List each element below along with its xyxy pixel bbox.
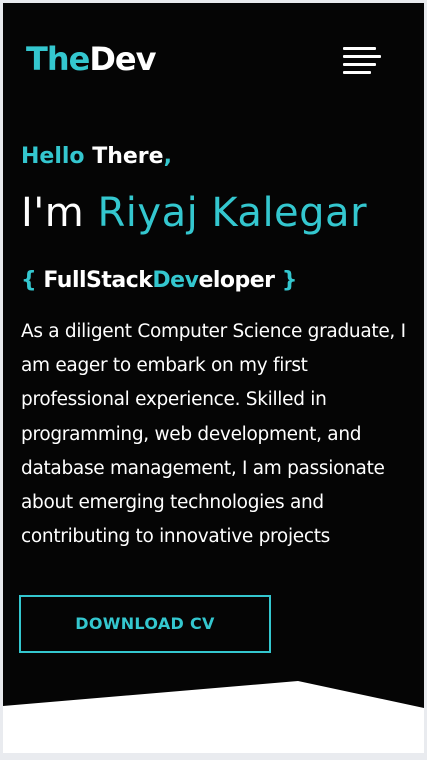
greeting-there: There (92, 144, 164, 169)
role-close-brace: } (281, 268, 298, 293)
headline-container: I'm Riyaj Kalegar (21, 183, 397, 243)
logo-accent-text: The (26, 40, 90, 78)
hero-bottom-divider (3, 653, 424, 708)
page-frame: TheDev Hello There, I'm Riyaj Kalegar { … (3, 3, 424, 753)
role-open-brace: { (21, 268, 37, 293)
role-title: { FullStackDeveloper } (21, 265, 297, 297)
greeting-comma: , (163, 144, 172, 169)
bio-paragraph: As a diligent Computer Science graduate,… (21, 321, 406, 548)
greeting-text: Hello There, (21, 142, 172, 172)
navbar: TheDev (3, 3, 424, 118)
divider-shape (3, 653, 424, 708)
menu-line-4 (343, 71, 371, 74)
menu-line-2 (343, 55, 381, 58)
download-cv-button[interactable]: DOWNLOAD CV (19, 595, 271, 653)
menu-line-3 (343, 63, 376, 66)
headline-prefix: I'm (21, 190, 85, 236)
menu-line-1 (343, 47, 376, 50)
logo-rest-text: Dev (89, 40, 156, 78)
role-part-dev: Dev (152, 268, 199, 293)
greeting-hello: Hello (21, 144, 85, 169)
role-part-fullstack: FullStack (43, 268, 153, 293)
hero-section: TheDev Hello There, I'm Riyaj Kalegar { … (3, 3, 424, 655)
headline: I'm Riyaj Kalegar (21, 183, 397, 243)
role-part-eloper: eloper (198, 268, 275, 293)
headline-name: Riyaj Kalegar (97, 190, 368, 236)
hamburger-menu-icon[interactable] (343, 47, 381, 75)
site-logo[interactable]: TheDev (26, 39, 156, 79)
